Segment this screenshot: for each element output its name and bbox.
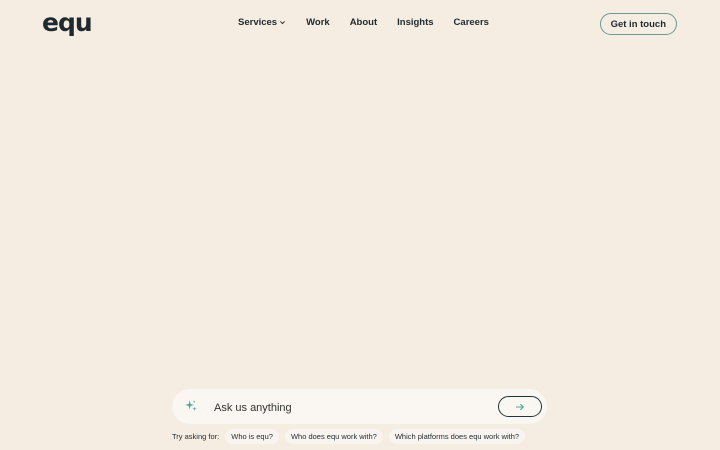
main-nav: Services Work About Insights Careers xyxy=(238,17,489,28)
nav-item-services[interactable]: Services xyxy=(238,17,286,28)
suggestions-prefix: Try asking for: xyxy=(172,432,220,441)
arrow-right-icon xyxy=(516,403,524,410)
chevron-down-icon xyxy=(280,21,286,25)
suggestion-chip[interactable]: Who is equ? xyxy=(225,429,279,444)
nav-item-label: Work xyxy=(306,17,330,28)
suggestion-chip[interactable]: Which platforms does equ work with? xyxy=(388,429,526,444)
suggestion-chip[interactable]: Who does equ work with? xyxy=(284,429,383,444)
nav-item-label: Services xyxy=(238,17,278,28)
suggestions: Try asking for: Who is equ? Who does equ… xyxy=(172,429,526,444)
nav-item-label: Insights xyxy=(397,17,434,28)
nav-item-about[interactable]: About xyxy=(350,17,377,28)
nav-item-careers[interactable]: Careers xyxy=(454,17,489,28)
get-in-touch-button[interactable]: Get in touch xyxy=(599,13,677,35)
nav-item-label: About xyxy=(349,17,378,28)
nav-item-work[interactable]: Work xyxy=(306,17,330,28)
send-button[interactable] xyxy=(498,396,542,417)
nav-item-label: Careers xyxy=(453,17,489,28)
chat-box xyxy=(172,389,547,424)
nav-item-insights[interactable]: Insights xyxy=(397,17,433,28)
logo[interactable]: equ xyxy=(42,8,93,37)
sparkle-icon xyxy=(185,400,197,411)
chat-input[interactable] xyxy=(212,398,486,418)
